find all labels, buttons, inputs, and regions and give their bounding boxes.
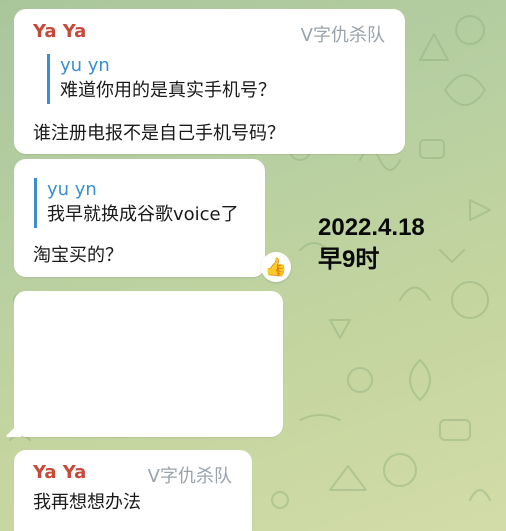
- message-text: 我再想想办法: [33, 492, 141, 513]
- reply-quote[interactable]: yu yn 难道你用的是真实手机号？: [47, 54, 276, 104]
- date-annotation: 2022.4.18 早9时: [318, 212, 425, 276]
- message-text: 谁注册电报不是自己手机号码？: [33, 123, 285, 144]
- sender-title-tag: V字仇杀队: [147, 466, 232, 487]
- thumbs-up-reaction-icon[interactable]: 👍: [261, 252, 291, 282]
- message-bubble-2[interactable]: yu yn 我早就换成谷歌voice了 淘宝买的？: [14, 159, 265, 277]
- reply-quote[interactable]: yu yn 我早就换成谷歌voice了: [34, 178, 239, 228]
- message-bubble-4[interactable]: Ya Ya V字仇杀队 我再想想办法: [14, 450, 252, 531]
- message-bubble-3[interactable]: [14, 291, 283, 437]
- reply-author: yu yn: [47, 179, 97, 200]
- reply-author: yu yn: [60, 55, 110, 76]
- message-text: 淘宝买的？: [33, 245, 123, 266]
- reply-text: 难道你用的是真实手机号？: [60, 80, 276, 101]
- message-bubble-1[interactable]: Ya Ya V字仇杀队 yu yn 难道你用的是真实手机号？ 谁注册电报不是自己…: [14, 9, 405, 154]
- sender-title-tag: V字仇杀队: [300, 25, 385, 46]
- date-annotation-time: 早9时: [318, 246, 380, 273]
- date-annotation-date: 2022.4.18: [318, 214, 425, 241]
- reply-text: 我早就换成谷歌voice了: [47, 204, 239, 225]
- sender-name[interactable]: Ya Ya: [33, 21, 86, 42]
- sender-name[interactable]: Ya Ya: [33, 462, 86, 483]
